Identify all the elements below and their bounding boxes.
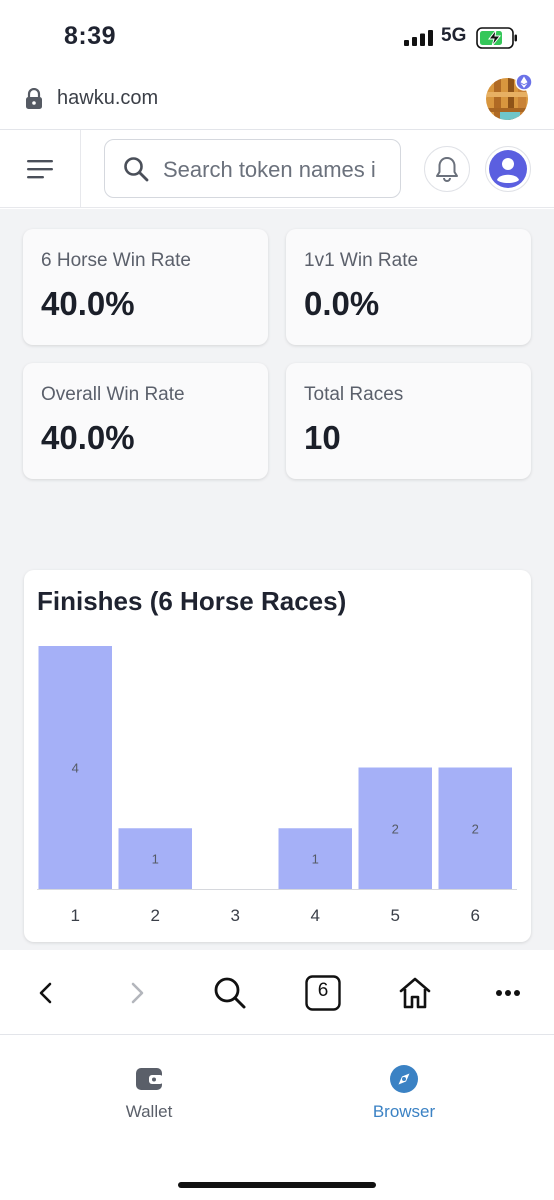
account-avatar[interactable] — [486, 74, 532, 120]
bar-value-label: 1 — [152, 852, 159, 867]
x-tick-label: 1 — [71, 906, 80, 925]
x-tick-label: 6 — [471, 906, 480, 925]
bar-value-label: 2 — [472, 821, 479, 836]
home-icon — [399, 977, 431, 1009]
network-type: 5G — [441, 25, 467, 46]
search-input[interactable]: Search token names i — [104, 139, 401, 198]
tabs-button[interactable]: 6 — [298, 968, 348, 1018]
stat-card-total-races: Total Races 10 — [286, 363, 531, 479]
tab-label: Wallet — [125, 1102, 173, 1121]
status-bar: 8:39 5G — [0, 0, 554, 72]
bell-icon — [436, 157, 458, 182]
tab-wallet[interactable]: Wallet — [89, 1064, 209, 1134]
browser-search-button[interactable] — [205, 968, 255, 1018]
search-placeholder: Search token names i — [163, 157, 376, 182]
battery-charging-icon — [476, 27, 517, 49]
lock-icon — [26, 88, 42, 109]
stat-value: 40.0% — [41, 419, 135, 456]
stat-card-overall-win-rate: Overall Win Rate 40.0% — [23, 363, 268, 479]
stat-label: Total Races — [304, 384, 404, 405]
bar-value-label: 4 — [72, 761, 79, 776]
home-button[interactable] — [390, 968, 440, 1018]
search-icon — [124, 157, 149, 182]
more-dots-icon — [496, 990, 520, 996]
notifications-button[interactable] — [424, 146, 470, 192]
menu-button[interactable] — [0, 130, 81, 208]
bar-value-label: 1 — [312, 852, 319, 867]
stat-label: 1v1 Win Rate — [304, 250, 419, 271]
finishes-chart-card: Finishes (6 Horse Races) 41123142526 — [24, 570, 531, 942]
x-tick-label: 3 — [231, 906, 240, 925]
browser-toolbar — [0, 950, 554, 1035]
tab-label: Browser — [372, 1102, 436, 1121]
wallet-icon — [136, 1068, 163, 1090]
stat-card-1v1-win-rate: 1v1 Win Rate 0.0% — [286, 229, 531, 345]
x-tick-label: 5 — [391, 906, 400, 925]
stat-label: Overall Win Rate — [41, 384, 185, 405]
x-tick-label: 2 — [151, 906, 160, 925]
forward-button[interactable] — [112, 968, 162, 1018]
stat-value: 0.0% — [304, 285, 380, 322]
stat-value: 10 — [304, 419, 341, 456]
tab-browser[interactable]: Browser — [344, 1064, 464, 1134]
finishes-bar-chart: 4 1 1 2 3 1 4 2 5 2 6 — [37, 646, 517, 925]
more-options-button[interactable] — [483, 968, 533, 1018]
status-time: 8:39 — [64, 22, 117, 50]
bar-value-label: 2 — [392, 821, 399, 836]
profile-button[interactable] — [485, 146, 531, 192]
compass-icon — [390, 1065, 418, 1093]
x-tick-label: 4 — [311, 906, 320, 925]
tab-count: 6 — [317, 980, 329, 1001]
stat-value: 40.0% — [41, 285, 135, 322]
hamburger-icon — [27, 160, 53, 179]
back-button[interactable] — [21, 968, 71, 1018]
search-icon — [214, 977, 246, 1009]
url-text[interactable]: hawku.com — [57, 87, 158, 110]
stat-label: 6 Horse Win Rate — [41, 250, 191, 271]
home-indicator — [178, 1182, 376, 1188]
stat-card-6-horse-win-rate: 6 Horse Win Rate 40.0% — [23, 229, 268, 345]
chevron-left-icon — [39, 982, 52, 1004]
chevron-right-icon — [131, 982, 144, 1004]
user-icon — [489, 150, 527, 188]
signal-icon — [404, 30, 433, 46]
bottom-tab-bar — [0, 1036, 554, 1200]
